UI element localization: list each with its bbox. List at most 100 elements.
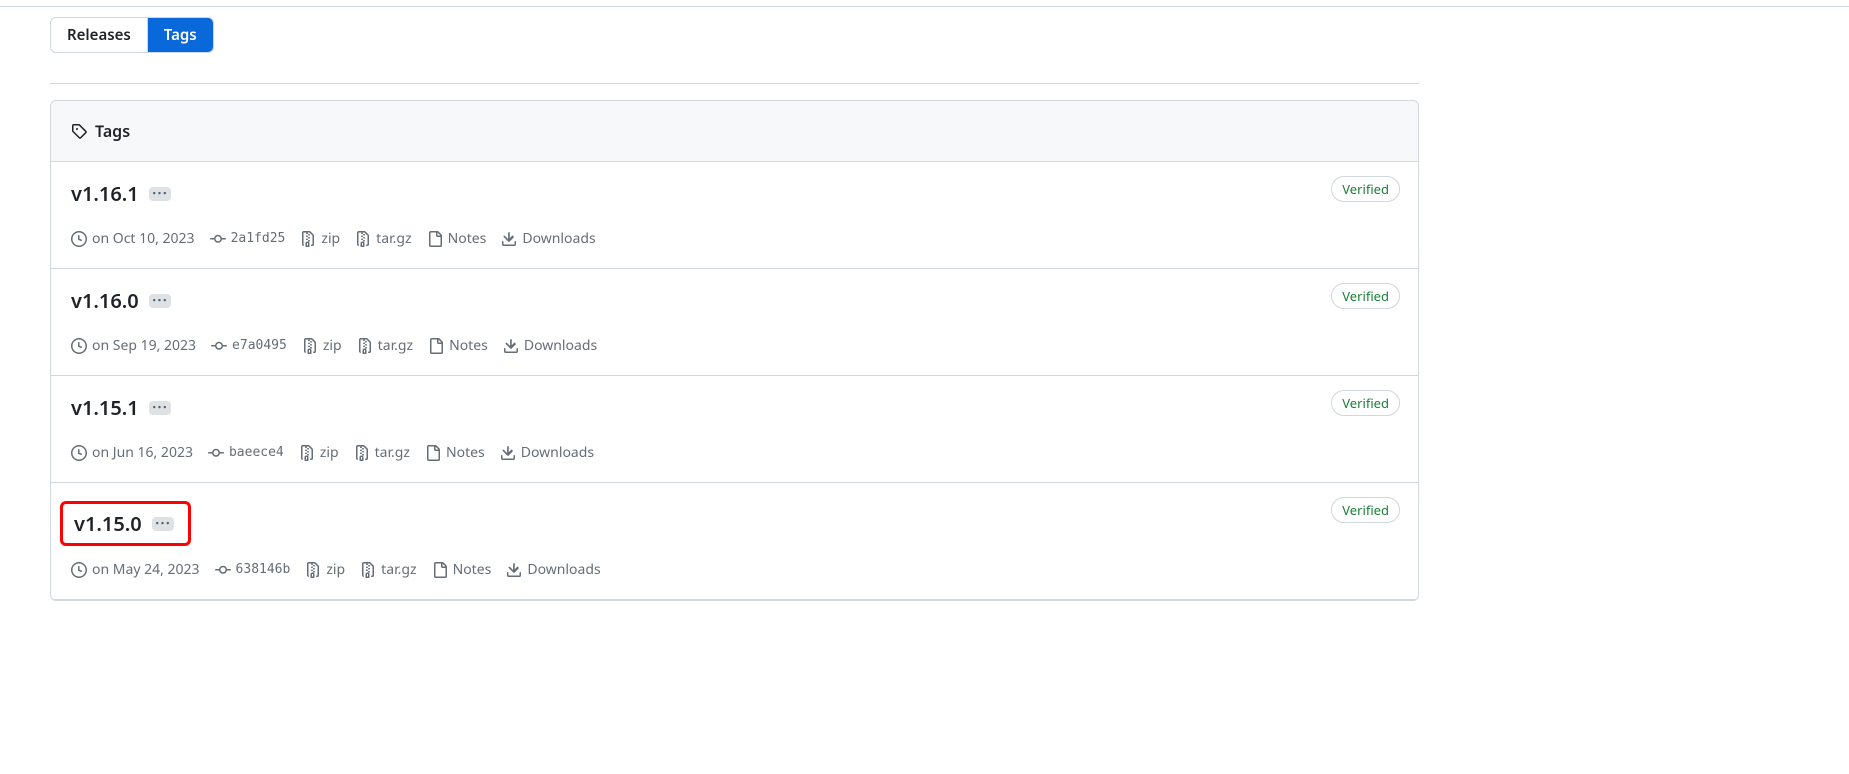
zip-link[interactable]: zip xyxy=(299,443,339,462)
date-item: on Sep 19, 2023 xyxy=(71,336,196,355)
commit-sha: e7a0495 xyxy=(232,338,287,353)
targz-link[interactable]: tar.gz xyxy=(360,560,416,579)
ellipsis-button[interactable] xyxy=(149,187,171,201)
clock-icon xyxy=(71,231,87,247)
file-zip-icon xyxy=(299,445,315,461)
verified-badge[interactable]: Verified xyxy=(1331,283,1400,309)
targz-label: tar.gz xyxy=(381,560,416,579)
downloads-label: Downloads xyxy=(522,229,595,248)
highlight-box: v1.15.0 xyxy=(60,501,191,546)
meta-line: on Sep 19, 2023 e7a0495 zip tar.gz Notes… xyxy=(71,336,1398,355)
tab-tags[interactable]: Tags xyxy=(148,18,213,52)
download-icon xyxy=(503,338,519,354)
tab-nav: Releases Tags xyxy=(50,17,214,53)
zip-link[interactable]: zip xyxy=(305,560,345,579)
targz-link[interactable]: tar.gz xyxy=(355,229,411,248)
notes-link[interactable]: Notes xyxy=(432,560,492,579)
zip-label: zip xyxy=(323,336,342,355)
zip-link[interactable]: zip xyxy=(300,229,340,248)
downloads-link[interactable]: Downloads xyxy=(501,229,595,248)
file-zip-icon xyxy=(357,338,373,354)
clock-icon xyxy=(71,445,87,461)
clock-icon xyxy=(71,338,87,354)
kebab-horizontal-icon xyxy=(153,294,166,307)
notes-link[interactable]: Notes xyxy=(425,443,485,462)
tag-name-link[interactable]: v1.15.0 xyxy=(74,510,142,537)
verified-badge[interactable]: Verified xyxy=(1331,390,1400,416)
zip-link[interactable]: zip xyxy=(302,336,342,355)
meta-line: on May 24, 2023 638146b zip tar.gz Notes… xyxy=(71,560,1398,579)
downloads-link[interactable]: Downloads xyxy=(500,443,594,462)
meta-line: on Jun 16, 2023 baeece4 zip tar.gz Notes… xyxy=(71,443,1398,462)
date-text: on May 24, 2023 xyxy=(92,560,200,579)
tag-row: Verified v1.15.0 on May 24, 2023 638146b… xyxy=(51,483,1418,600)
targz-label: tar.gz xyxy=(375,443,410,462)
commit-icon xyxy=(208,445,224,461)
commit-icon xyxy=(211,338,227,354)
zip-label: zip xyxy=(321,229,340,248)
downloads-link[interactable]: Downloads xyxy=(506,560,600,579)
date-text: on Oct 10, 2023 xyxy=(92,229,195,248)
commit-sha: baeece4 xyxy=(229,445,284,460)
notes-link[interactable]: Notes xyxy=(427,229,487,248)
title-line: v1.16.1 xyxy=(71,180,1398,207)
clock-icon xyxy=(71,562,87,578)
date-text: on Jun 16, 2023 xyxy=(92,443,193,462)
tab-releases[interactable]: Releases xyxy=(51,18,148,52)
commit-link[interactable]: e7a0495 xyxy=(211,338,287,354)
commit-link[interactable]: 638146b xyxy=(215,562,291,578)
date-item: on May 24, 2023 xyxy=(71,560,200,579)
kebab-horizontal-icon xyxy=(153,187,166,200)
targz-link[interactable]: tar.gz xyxy=(357,336,413,355)
commit-link[interactable]: baeece4 xyxy=(208,445,284,461)
downloads-label: Downloads xyxy=(521,443,594,462)
zip-label: zip xyxy=(320,443,339,462)
targz-label: tar.gz xyxy=(376,229,411,248)
tag-name-link[interactable]: v1.15.1 xyxy=(71,394,139,421)
date-item: on Jun 16, 2023 xyxy=(71,443,193,462)
notes-label: Notes xyxy=(449,336,488,355)
commit-icon xyxy=(210,231,226,247)
targz-link[interactable]: tar.gz xyxy=(354,443,410,462)
title-line: v1.16.0 xyxy=(71,287,1398,314)
title-line: v1.15.0 xyxy=(71,501,1398,560)
ellipsis-button[interactable] xyxy=(149,294,171,308)
panel-header-title: Tags xyxy=(95,120,130,142)
download-icon xyxy=(501,231,517,247)
page-container: Releases Tags Tags Verified v1.16.1 on O… xyxy=(0,7,1469,601)
commit-sha: 638146b xyxy=(236,562,291,577)
tag-icon xyxy=(71,123,87,139)
notes-link[interactable]: Notes xyxy=(428,336,488,355)
verified-badge[interactable]: Verified xyxy=(1331,176,1400,202)
tag-row: Verified v1.16.0 on Sep 19, 2023 e7a0495… xyxy=(51,269,1418,376)
meta-line: on Oct 10, 2023 2a1fd25 zip tar.gz Notes… xyxy=(71,229,1398,248)
ellipsis-button[interactable] xyxy=(152,517,174,531)
download-icon xyxy=(500,445,516,461)
downloads-label: Downloads xyxy=(524,336,597,355)
date-item: on Oct 10, 2023 xyxy=(71,229,195,248)
file-zip-icon xyxy=(354,445,370,461)
file-icon xyxy=(428,338,444,354)
file-zip-icon xyxy=(302,338,318,354)
tags-list: Verified v1.16.1 on Oct 10, 2023 2a1fd25… xyxy=(51,162,1418,600)
notes-label: Notes xyxy=(446,443,485,462)
file-icon xyxy=(432,562,448,578)
tag-row: Verified v1.16.1 on Oct 10, 2023 2a1fd25… xyxy=(51,162,1418,269)
title-line: v1.15.1 xyxy=(71,394,1398,421)
file-icon xyxy=(427,231,443,247)
file-icon xyxy=(425,445,441,461)
commit-link[interactable]: 2a1fd25 xyxy=(210,231,286,247)
tag-row: Verified v1.15.1 on Jun 16, 2023 baeece4… xyxy=(51,376,1418,483)
download-icon xyxy=(506,562,522,578)
file-zip-icon xyxy=(300,231,316,247)
downloads-link[interactable]: Downloads xyxy=(503,336,597,355)
notes-label: Notes xyxy=(448,229,487,248)
ellipsis-button[interactable] xyxy=(149,401,171,415)
tag-name-link[interactable]: v1.16.1 xyxy=(71,180,139,207)
kebab-horizontal-icon xyxy=(156,517,169,530)
tag-name-link[interactable]: v1.16.0 xyxy=(71,287,139,314)
file-zip-icon xyxy=(355,231,371,247)
verified-badge[interactable]: Verified xyxy=(1331,497,1400,523)
notes-label: Notes xyxy=(453,560,492,579)
commit-icon xyxy=(215,562,231,578)
